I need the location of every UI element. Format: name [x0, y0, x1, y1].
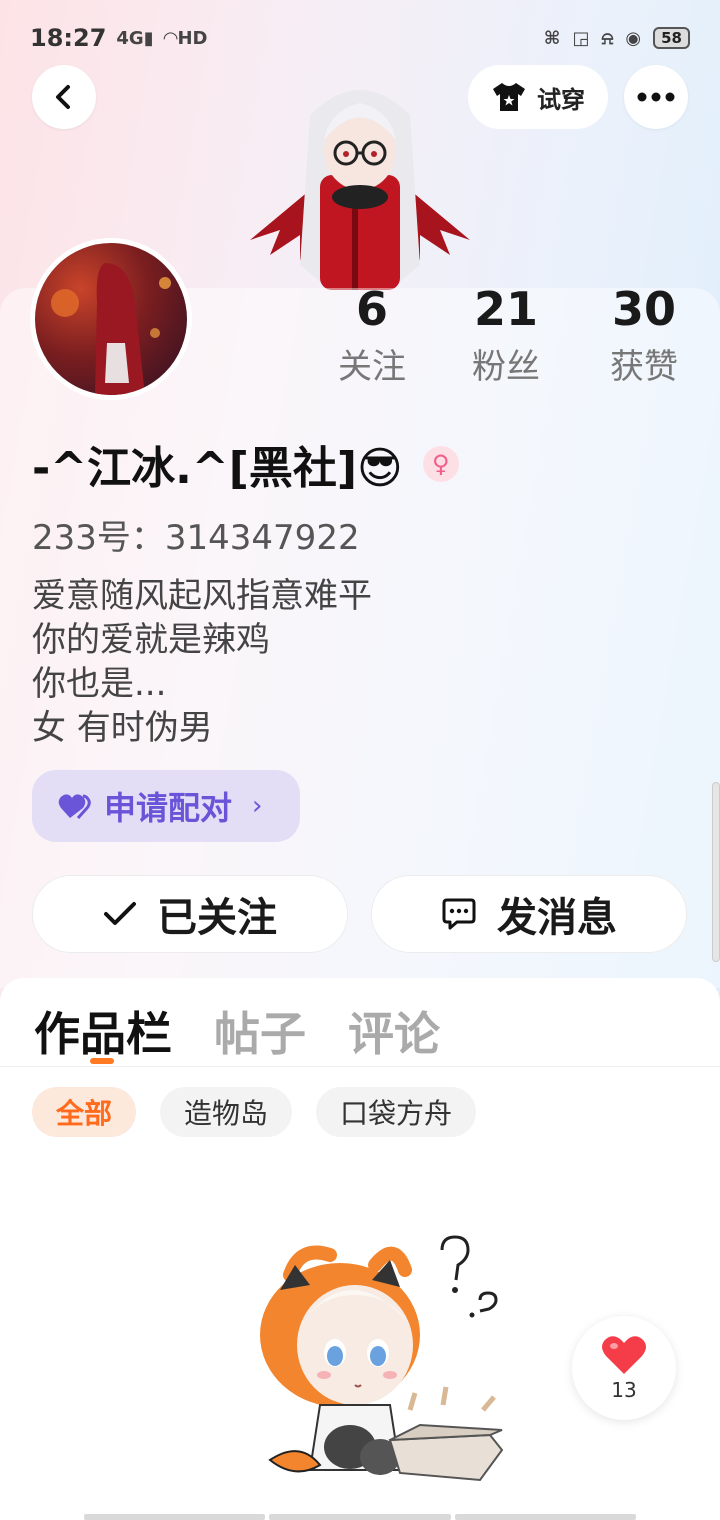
filter-all[interactable]: 全部 [32, 1087, 136, 1137]
heart-icon [602, 1336, 646, 1374]
game-icon: ⌘ [543, 27, 561, 49]
stat-value: 6 [355, 282, 388, 336]
followed-button[interactable]: 已关注 [32, 875, 348, 953]
username: -^江冰.^[黑社]😎 [32, 443, 403, 494]
empty-state-illustration [260, 1235, 504, 1482]
female-gender-icon: ♀ [422, 446, 459, 482]
stat-value: 30 [611, 282, 676, 336]
stat-likes[interactable]: 30 获赞 [584, 283, 704, 387]
chevron-right-icon: › [252, 791, 263, 821]
stat-label: 获赞 [610, 347, 678, 387]
chat-bubble-icon [442, 898, 476, 930]
status-time: 18:27 [30, 24, 107, 52]
cellular-icon: 4G▮ [116, 27, 154, 49]
user-id: 233号：314347922 [32, 518, 360, 558]
avatar-character-figure [250, 90, 470, 290]
bio: 爱意随风起风指意难平 你的爱就是辣鸡 你也是... 女 有时伪男 [32, 574, 372, 750]
more-icon [637, 92, 675, 102]
tab-indicator [90, 1058, 114, 1064]
placeholder-bar [84, 1514, 266, 1520]
bio-line: 女 有时伪男 [32, 708, 213, 748]
stat-label: 关注 [338, 347, 406, 387]
back-button[interactable] [32, 65, 96, 129]
stat-label: 粉丝 [472, 347, 540, 387]
stat-followers[interactable]: 21 粉丝 [446, 283, 566, 387]
stat-value: 21 [473, 282, 538, 336]
wifi-icon: ◠HD [163, 27, 208, 49]
lock-icon: ◉ [625, 27, 642, 49]
placeholder-bar [269, 1514, 451, 1520]
status-bar: 18:27 4G▮ ◠HD ⌘ ◲ ⍾ ◉ 58 [30, 18, 690, 58]
bio-line: 你的爱就是辣鸡 [32, 620, 270, 660]
avatar-image [51, 263, 171, 395]
check-icon [104, 902, 136, 925]
vibrate-icon: ⍾ [601, 27, 614, 49]
more-button[interactable] [624, 65, 688, 129]
like-button[interactable]: 13 [572, 1316, 676, 1420]
profile-stats: 6 关注 21 粉丝 30 获赞 [300, 283, 700, 393]
placeholder-bar [454, 1514, 636, 1520]
heart-pair-icon [58, 794, 91, 820]
stat-following[interactable]: 6 关注 [312, 283, 432, 387]
tab-posts[interactable]: 帖子 [214, 998, 306, 1064]
cast-icon: ◲ [572, 27, 590, 49]
filter-creation-island[interactable]: 造物岛 [160, 1087, 292, 1137]
username-row: -^江冰.^[黑社]😎 ♀ [32, 432, 459, 496]
tab-comments[interactable]: 评论 [348, 998, 440, 1064]
avatar[interactable] [30, 238, 192, 400]
try-on-label: 试穿 [537, 85, 585, 114]
bottom-placeholder-bars [84, 1514, 636, 1520]
scrollbar[interactable] [712, 782, 720, 962]
followed-label: 已关注 [157, 895, 277, 941]
battery-icon: 58 [653, 27, 690, 49]
bio-line: 你也是... [32, 664, 167, 704]
bio-line: 爱意随风起风指意难平 [32, 576, 372, 616]
chevron-left-icon [56, 85, 70, 109]
tshirt-icon [493, 83, 525, 111]
pair-request-label: 申请配对 [104, 789, 233, 827]
filter-pocket-ark[interactable]: 口袋方舟 [316, 1087, 476, 1137]
try-on-button[interactable]: 试穿 [468, 65, 608, 129]
divider [0, 1066, 720, 1067]
pair-request-button[interactable]: 申请配对 › [32, 770, 300, 842]
message-label: 发消息 [497, 895, 617, 941]
message-button[interactable]: 发消息 [371, 875, 687, 953]
like-count: 13 [611, 1378, 637, 1402]
tab-works[interactable]: 作品栏 [34, 998, 172, 1064]
